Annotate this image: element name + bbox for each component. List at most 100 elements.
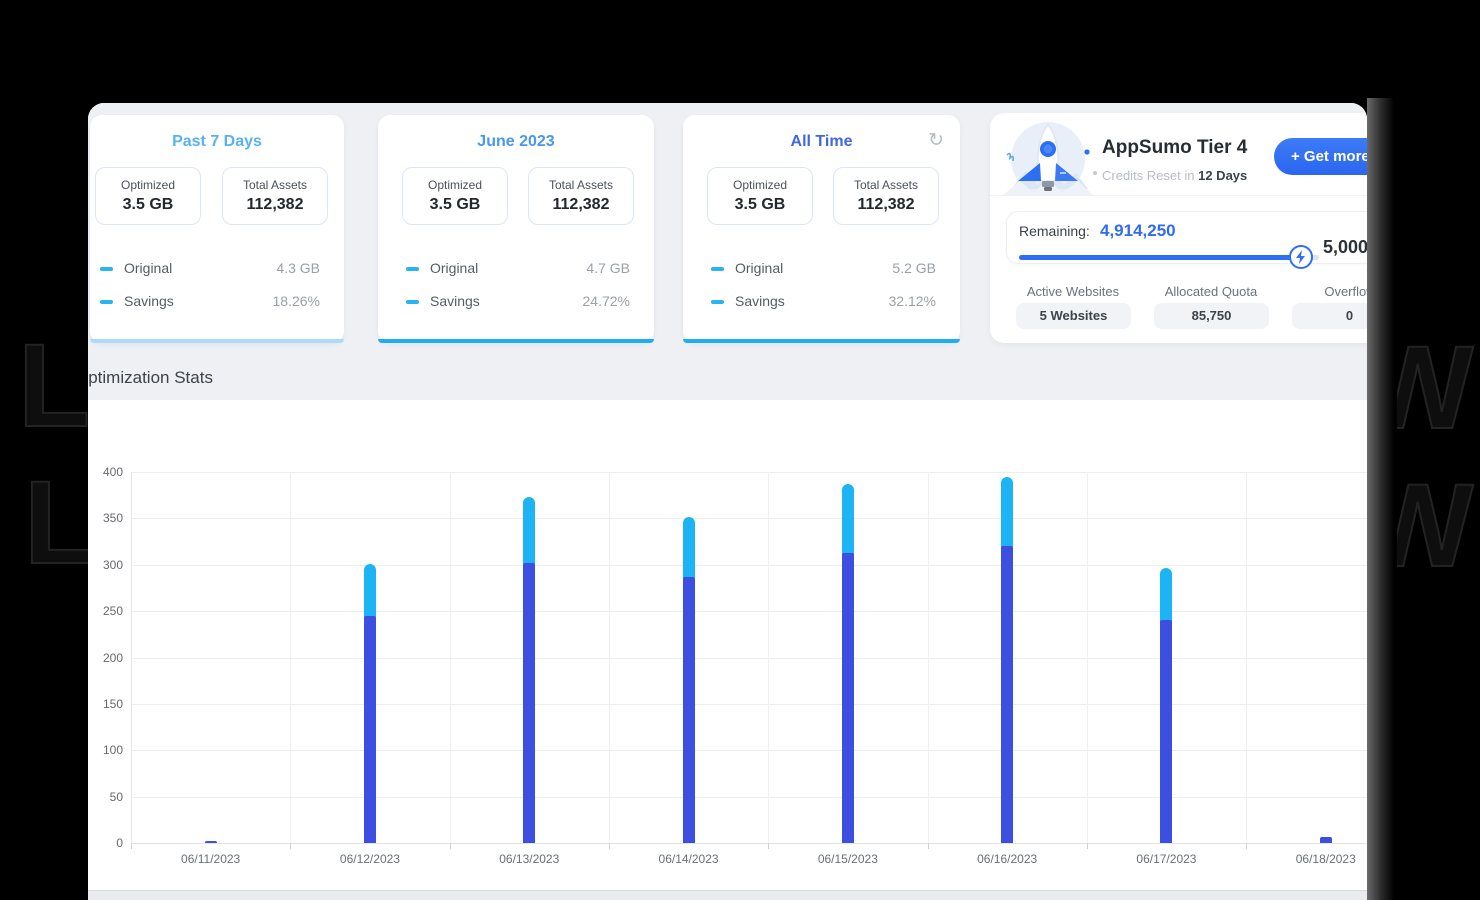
credits-reset-value: 12 Days [1198, 168, 1248, 183]
x-axis-tick [768, 843, 770, 849]
stat-value: 5.2 GB [892, 260, 936, 276]
gridline [131, 518, 1367, 520]
optimized-metric: Optimized 3.5 GB [402, 167, 508, 225]
stat-label: Savings [430, 293, 480, 309]
savings-row: Savings 18.26% [90, 293, 344, 311]
x-axis-tick [608, 843, 610, 849]
bar-after [841, 552, 854, 843]
gridline [131, 657, 1367, 659]
stat-value: 24.72% [582, 293, 630, 309]
stat-value: 32.12% [888, 293, 936, 309]
metric-value: 3.5 GB [734, 196, 786, 213]
dash-icon [406, 267, 419, 271]
overflow-label: Overflow [1324, 284, 1367, 299]
original-row: Original 4.7 GB [378, 260, 654, 278]
period-card-june-2023[interactable]: June 2023 Optimized 3.5 GB Total Assets … [378, 115, 654, 343]
plan-title: AppSumo Tier 4 [1102, 137, 1248, 158]
dash-icon [406, 300, 419, 304]
period-card-all-time[interactable]: All Time ↻ Optimized 3.5 GB Total Assets… [683, 115, 960, 343]
card-accent-bar [683, 339, 960, 343]
bar-after [1001, 546, 1014, 843]
y-axis-tick-label: 300 [102, 557, 123, 572]
rocket-illustration-icon [1003, 122, 1093, 196]
stat-value: 18.26% [272, 293, 320, 309]
metric-label: Total Assets [853, 178, 919, 192]
x-axis-tick-label: 06/17/2023 [1136, 852, 1197, 866]
metric-label: Total Assets [548, 178, 614, 192]
x-axis-tick-label: 06/13/2023 [499, 852, 560, 866]
get-more-credits-button[interactable]: + Get more credits [1274, 138, 1367, 175]
x-axis-tick-label: 06/16/2023 [977, 852, 1038, 866]
dash-icon [711, 267, 724, 271]
allocated-quota-label: Allocated Quota [1164, 284, 1258, 299]
divider [990, 195, 1367, 196]
period-card-title: All Time [790, 133, 853, 150]
original-row: Original 5.2 GB [683, 260, 960, 278]
active-websites-label: Active Websites [1026, 284, 1120, 299]
total-assets-metric: Total Assets 112,382 [222, 167, 328, 225]
y-axis-tick-label: 100 [102, 743, 123, 758]
gridline [131, 472, 1367, 473]
gridline [449, 472, 451, 843]
screenshot-stage: L L W W Past 7 Days Optimized 3.5 GB Tot… [0, 0, 1480, 900]
section-heading: Optimization Stats [88, 368, 213, 387]
period-card-title: June 2023 [477, 133, 555, 150]
x-axis-tick [1086, 843, 1088, 849]
metric-value: 3.5 GB [122, 196, 174, 213]
screenshot-edge-vignette [1367, 98, 1397, 900]
stat-label: Original [735, 260, 784, 276]
original-row: Original 4.3 GB [90, 260, 344, 278]
stat-value: 4.3 GB [276, 260, 320, 276]
stat-value: 4.7 GB [586, 260, 630, 276]
x-axis-tick-label: 06/12/2023 [339, 852, 400, 866]
total-assets-metric: Total Assets 112,382 [833, 167, 939, 225]
period-card-past-7-days[interactable]: Past 7 Days Optimized 3.5 GB Total Asset… [90, 115, 344, 343]
bar-after [1160, 620, 1173, 843]
dash-icon [100, 267, 113, 271]
x-axis-tick-label: 06/11/2023 [181, 852, 241, 866]
active-websites-value: 5 Websites [1016, 303, 1131, 329]
refresh-icon[interactable]: ↻ [928, 129, 944, 152]
gridline [131, 472, 132, 843]
remaining-value: 4,914,250 [1100, 221, 1176, 240]
x-axis-tick-label: 06/14/2023 [658, 852, 719, 866]
gridline [1086, 472, 1088, 843]
y-axis-tick-label: 200 [102, 650, 123, 665]
stat-label: Original [124, 260, 173, 276]
metric-label: Optimized [732, 178, 788, 192]
next-section-strip [88, 890, 1367, 900]
gridline [131, 750, 1367, 752]
y-axis-tick-label: 150 [102, 696, 123, 711]
x-axis-tick [927, 843, 929, 849]
metric-label: Optimized [427, 178, 483, 192]
remaining-label: Remaining: [1019, 223, 1090, 239]
bar-after [363, 615, 376, 843]
metric-value: 112,382 [857, 196, 915, 213]
x-axis-tick-label: 06/18/2023 [1295, 852, 1356, 866]
metric-value: 112,382 [246, 196, 304, 213]
credits-reset-label: Credits Reset in [1102, 168, 1195, 183]
period-card-title: Past 7 Days [172, 133, 262, 150]
overflow-value: 0 [1292, 303, 1367, 329]
y-axis-tick-label: 350 [102, 511, 123, 526]
remaining-credits-box: Remaining: 4,914,250 [1006, 211, 1367, 269]
gridline [1246, 472, 1248, 843]
bar-after [682, 576, 695, 843]
savings-row: Savings 24.72% [378, 293, 654, 311]
gridline [927, 472, 929, 843]
metric-label: Total Assets [242, 178, 308, 192]
bar-after [523, 562, 536, 843]
watermark-letter: L [17, 319, 95, 453]
gridline [131, 796, 1367, 798]
dash-icon [100, 300, 113, 304]
bullet-dot-icon [1093, 171, 1097, 175]
card-accent-bar [378, 339, 654, 343]
x-axis-tick-label: 06/15/2023 [817, 852, 878, 866]
credits-slider[interactable] [1019, 245, 1319, 269]
metric-value: 112,382 [552, 196, 610, 213]
slider-handle-lightning-icon[interactable] [1289, 245, 1313, 269]
savings-row: Savings 32.12% [683, 293, 960, 311]
bar-after [204, 841, 217, 843]
credits-reset-text: Credits Reset in 12 Days [1102, 168, 1247, 183]
gridline [131, 703, 1367, 705]
